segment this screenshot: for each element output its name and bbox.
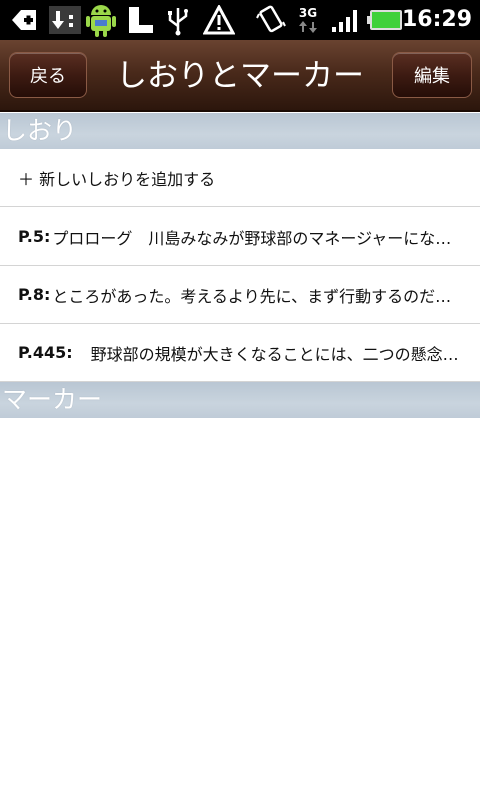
bookmark-list-item[interactable]: P.445: 野球部の規模が大きくなることには、二つの懸念… [0,324,480,382]
download-icon [48,0,82,40]
back-button[interactable]: 戻る [9,52,87,98]
bookmarks-section-header: しおり [0,113,480,149]
bookmark-text: ところがあった。考えるより先に、まず行動するのだ… [52,286,452,306]
add-bookmark-item[interactable]: ＋ 新しいしおりを追加する [0,149,480,207]
warning-icon [202,0,236,40]
bookmark-list-item[interactable]: P.8: ところがあった。考えるより先に、まず行動するのだ… [0,266,480,324]
sd-card-icon [126,0,156,40]
bookmark-page: P.8: [18,285,51,304]
vibrate-icon [254,0,288,40]
bookmark-text: プロローグ 川島みなみが野球部のマネージャーにな… [52,228,452,248]
bookmark-page: P.5: [18,227,51,246]
bookmark-text: 野球部の規模が大きくなることには、二つの懸念… [74,344,459,364]
bookmark-page: P.445: [18,343,73,362]
clock-time: 16:29 [401,7,472,32]
add-icon [8,0,40,40]
battery-icon [366,0,404,40]
title-bar: 戻る しおりとマーカー 編集 [0,40,480,112]
add-bookmark-label: ＋ 新しいしおりを追加する [18,169,216,189]
usb-icon [164,0,192,40]
signal-icon [330,0,362,40]
edit-button[interactable]: 編集 [392,52,472,98]
page-title: しおりとマーカー [116,58,364,94]
status-bar: 3G 16:29 [0,0,480,40]
markers-list [0,418,480,800]
markers-section-header: マーカー [0,382,480,418]
bookmark-list-item[interactable]: P.5: プロローグ 川島みなみが野球部のマネージャーにな… [0,208,480,266]
network-3g-icon: 3G [294,0,322,40]
android-icon [84,0,118,40]
